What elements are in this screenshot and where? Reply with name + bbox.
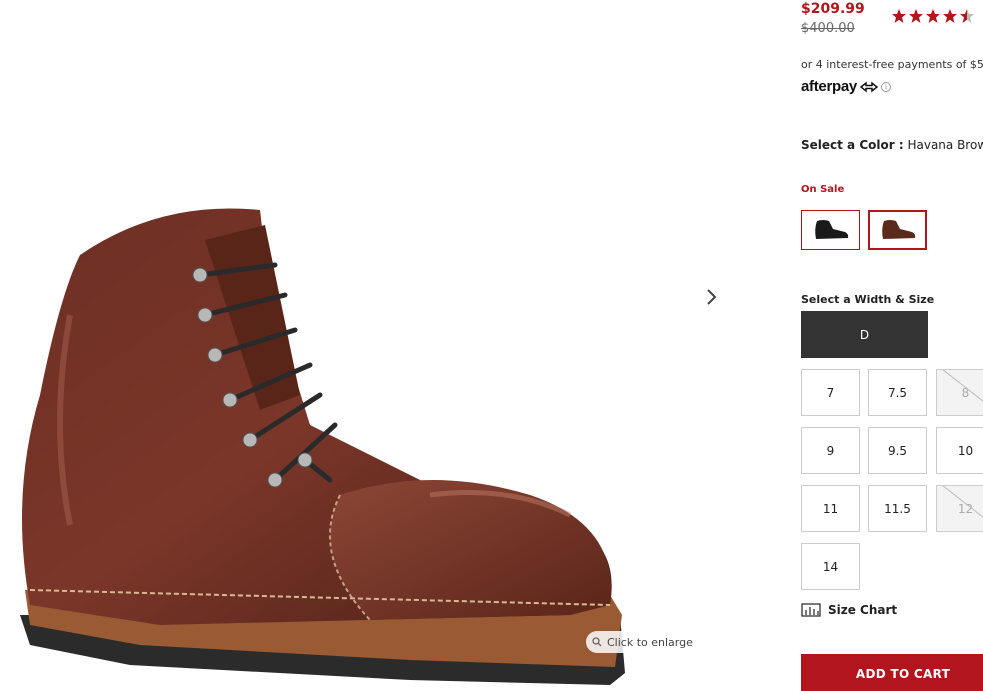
color-swatch-havana-brown[interactable] xyxy=(868,210,927,250)
add-to-cart-button[interactable]: ADD TO CART xyxy=(801,654,983,691)
product-image[interactable] xyxy=(10,195,630,691)
brown-boot-thumbnail xyxy=(881,220,915,239)
product-gallery: Click to enlarge xyxy=(0,0,760,691)
zoom-icon xyxy=(592,637,602,647)
info-icon[interactable]: i xyxy=(880,81,891,92)
next-image-arrow-icon[interactable] xyxy=(703,286,721,308)
size-option[interactable]: 7 xyxy=(801,369,860,416)
color-swatch-black[interactable] xyxy=(801,210,860,250)
on-sale-label: On Sale xyxy=(801,184,845,195)
enlarge-image-button[interactable]: Click to enlarge xyxy=(586,631,699,653)
afterpay-arrows-icon xyxy=(859,80,878,93)
size-option[interactable]: 7.5 xyxy=(868,369,927,416)
width-option-d[interactable]: D xyxy=(801,311,928,358)
installment-text: or 4 interest-free payments of $52 xyxy=(801,58,983,71)
enlarge-label: Click to enlarge xyxy=(607,635,693,649)
size-option[interactable]: 9.5 xyxy=(868,427,927,474)
black-boot-thumbnail xyxy=(814,220,848,239)
star-icon xyxy=(943,9,957,23)
original-price: $400.00 xyxy=(801,21,855,36)
size-option[interactable]: 10 xyxy=(936,427,983,474)
size-option[interactable]: 9 xyxy=(801,427,860,474)
color-label: Select a Color : Havana Brown xyxy=(801,138,983,152)
size-option[interactable]: 11.5 xyxy=(868,485,927,532)
size-chart-icon xyxy=(801,603,821,617)
size-chart-label: Size Chart xyxy=(828,603,898,617)
star-icon xyxy=(926,9,940,23)
star-icon xyxy=(892,9,906,23)
size-option[interactable]: 11 xyxy=(801,485,860,532)
afterpay-logo: afterpay xyxy=(801,78,857,95)
afterpay-row[interactable]: afterpay i xyxy=(801,78,891,95)
product-details-panel: $209.99 $400.00 or 4 interest-free payme… xyxy=(801,0,983,691)
rating-stars[interactable] xyxy=(891,8,975,24)
star-icon xyxy=(960,9,974,23)
size-option[interactable]: 14 xyxy=(801,543,860,590)
size-option[interactable]: 8 xyxy=(936,369,983,416)
size-option[interactable]: 12 xyxy=(936,485,983,532)
width-size-label: Select a Width & Size xyxy=(801,293,935,306)
sale-price: $209.99 xyxy=(801,1,865,17)
star-icon xyxy=(909,9,923,23)
selected-color: Havana Brown xyxy=(907,138,983,152)
size-chart-link[interactable]: Size Chart xyxy=(801,603,897,617)
